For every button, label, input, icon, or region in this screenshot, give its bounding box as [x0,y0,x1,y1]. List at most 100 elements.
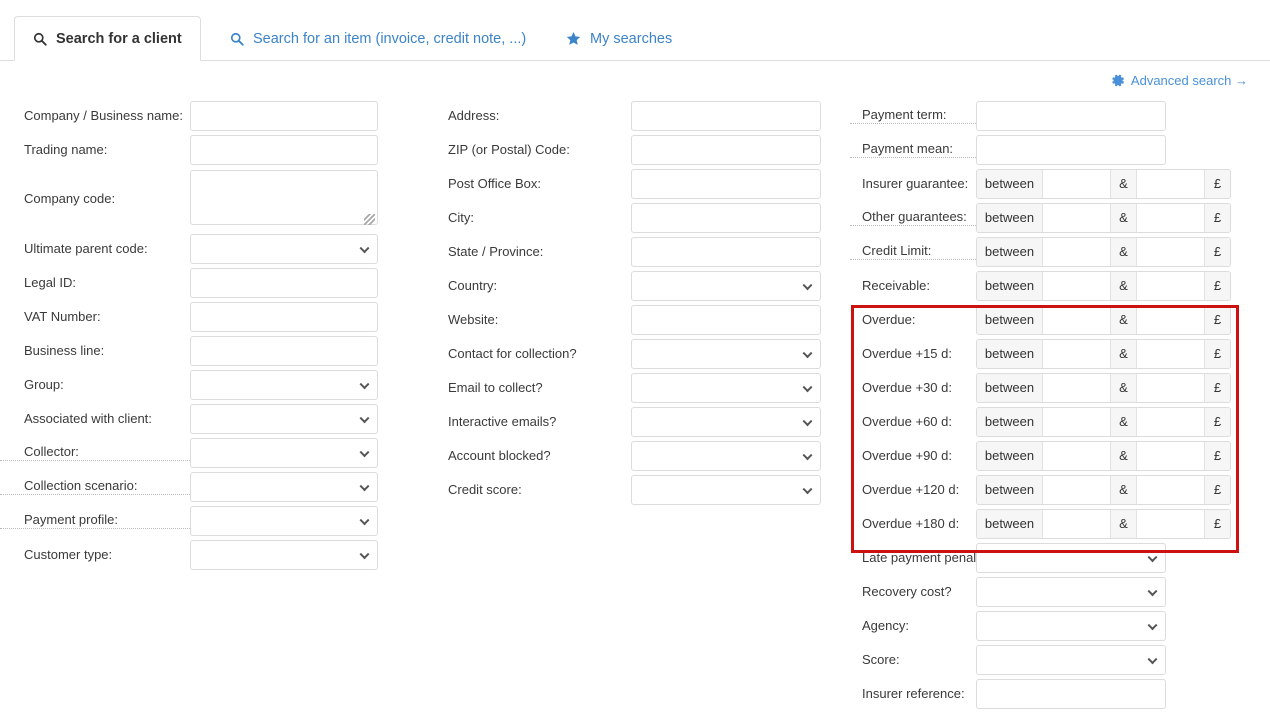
tab-search-for-an-item[interactable]: Search for an item (invoice, credit note… [212,16,544,61]
select-recovery-cost[interactable] [976,577,1166,607]
input-vat-number[interactable] [190,302,378,332]
range-to-overdue-180-d[interactable] [1137,510,1204,538]
advanced-search-link[interactable]: Advanced search → [1112,73,1248,88]
input-insurer-reference[interactable] [976,679,1166,709]
select-wrapper-email-to-collect [631,373,821,403]
range-group-overdue-120-d: between&£ [976,475,1231,505]
range-operator-label[interactable]: between [977,374,1043,402]
range-from-overdue-90-d[interactable] [1043,442,1110,470]
range-from-other-guarantees[interactable] [1043,204,1110,232]
range-from-overdue-15-d[interactable] [1043,340,1110,368]
range-from-credit-limit[interactable] [1043,238,1110,266]
form-row-overdue-15-d: Overdue +15 d:between&£ [850,338,1270,369]
select-credit-score[interactable] [631,475,821,505]
select-country[interactable] [631,271,821,301]
tab-search-for-a-client[interactable]: Search for a client [14,16,201,61]
form-row-other-guarantees: Other guarantees:between&£ [850,202,1270,233]
range-operator-label[interactable]: between [977,408,1043,436]
input-post-office-box[interactable] [631,169,821,199]
range-from-overdue-60-d[interactable] [1043,408,1110,436]
range-operator-label[interactable]: between [977,238,1043,266]
textarea-company-code[interactable] [190,170,378,225]
range-from-overdue-30-d[interactable] [1043,374,1110,402]
form-column-financial: Payment term:Payment mean:Insurer guaran… [850,100,1270,712]
input-company-business-name[interactable] [190,101,378,131]
range-to-other-guarantees[interactable] [1137,204,1204,232]
input-city[interactable] [631,203,821,233]
input-legal-id[interactable] [190,268,378,298]
select-associated-with-client[interactable] [190,404,378,434]
field-label-contact-for-collection: Contact for collection? [431,346,631,362]
currency-symbol-label: £ [1204,170,1230,198]
currency-symbol-label: £ [1204,374,1230,402]
form-row-insurer-reference: Insurer reference: [850,678,1270,709]
select-ultimate-parent-code[interactable] [190,234,378,264]
range-from-overdue-120-d[interactable] [1043,476,1110,504]
range-operator-label[interactable]: between [977,204,1043,232]
input-business-line[interactable] [190,336,378,366]
range-from-overdue-180-d[interactable] [1043,510,1110,538]
range-ampersand-label: & [1110,510,1137,538]
range-operator-label[interactable]: between [977,442,1043,470]
range-operator-label[interactable]: between [977,170,1043,198]
field-label-ultimate-parent-code: Ultimate parent code: [0,241,190,257]
range-from-overdue[interactable] [1043,306,1110,334]
select-payment-profile[interactable] [190,506,378,536]
range-operator-label[interactable]: between [977,510,1043,538]
range-to-credit-limit[interactable] [1137,238,1204,266]
range-to-overdue-120-d[interactable] [1137,476,1204,504]
input-website[interactable] [631,305,821,335]
range-ampersand-label: & [1110,340,1137,368]
select-wrapper-payment-profile [190,506,378,536]
range-to-receivable[interactable] [1137,272,1204,300]
range-operator-label[interactable]: between [977,476,1043,504]
select-collection-scenario[interactable] [190,472,378,502]
range-ampersand-label: & [1110,374,1137,402]
range-operator-label[interactable]: between [977,306,1043,334]
range-operator-label[interactable]: between [977,340,1043,368]
range-to-overdue-15-d[interactable] [1137,340,1204,368]
select-group[interactable] [190,370,378,400]
field-label-collection-scenario: Collection scenario: [0,478,190,495]
field-label-interactive-emails: Interactive emails? [431,414,631,430]
select-account-blocked[interactable] [631,441,821,471]
form-row-receivable: Receivable:between&£ [850,270,1270,301]
form-row-insurer-guarantee: Insurer guarantee:between&£ [850,168,1270,199]
select-wrapper-customer-type [190,540,378,570]
input-payment-mean[interactable] [976,135,1166,165]
select-late-payment-penalties[interactable] [976,543,1166,573]
select-contact-for-collection[interactable] [631,339,821,369]
range-to-overdue[interactable] [1137,306,1204,334]
range-to-overdue-60-d[interactable] [1137,408,1204,436]
textarea-wrapper-company-code [190,170,378,228]
select-interactive-emails[interactable] [631,407,821,437]
field-label-zip-or-postal-code: ZIP (or Postal) Code: [431,142,631,158]
select-score[interactable] [976,645,1166,675]
range-from-receivable[interactable] [1043,272,1110,300]
input-state-province[interactable] [631,237,821,267]
range-from-insurer-guarantee[interactable] [1043,170,1110,198]
range-group-receivable: between&£ [976,271,1231,301]
input-payment-term[interactable] [976,101,1166,131]
currency-symbol-label: £ [1204,476,1230,504]
select-agency[interactable] [976,611,1166,641]
select-wrapper-credit-score [631,475,821,505]
tab-my-searches[interactable]: My searches [548,16,690,61]
field-label-country: Country: [431,278,631,294]
field-label-overdue-120-d: Overdue +120 d: [850,482,976,498]
input-zip-or-postal-code[interactable] [631,135,821,165]
range-to-overdue-30-d[interactable] [1137,374,1204,402]
select-collector[interactable] [190,438,378,468]
select-email-to-collect[interactable] [631,373,821,403]
form-row-late-payment-penalties: Late payment penalties? [850,542,1270,573]
input-address[interactable] [631,101,821,131]
range-to-insurer-guarantee[interactable] [1137,170,1204,198]
range-operator-label[interactable]: between [977,272,1043,300]
input-trading-name[interactable] [190,135,378,165]
field-label-overdue-90-d: Overdue +90 d: [850,448,976,464]
field-label-associated-with-client: Associated with client: [0,411,190,427]
form-row-payment-profile: Payment profile: [0,505,420,536]
select-customer-type[interactable] [190,540,378,570]
range-to-overdue-90-d[interactable] [1137,442,1204,470]
form-row-legal-id: Legal ID: [0,267,420,298]
